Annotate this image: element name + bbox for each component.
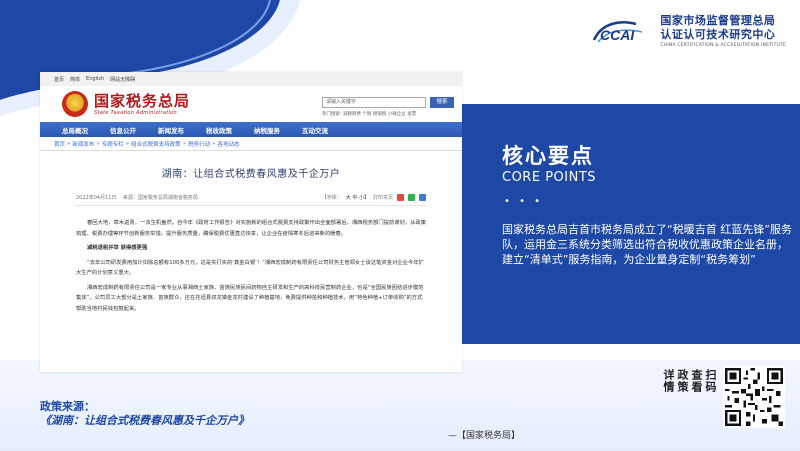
topbar-accessibility[interactable]: 网站无障碍 xyxy=(110,76,135,83)
print-link[interactable]: 打印本页 xyxy=(373,194,393,201)
nav-item-policy[interactable]: 税收政策 xyxy=(206,125,254,135)
breadcrumb-item[interactable]: 税务行动 xyxy=(188,140,210,148)
nav-item-info[interactable]: 信息公开 xyxy=(110,125,158,135)
breadcrumb-item[interactable]: 组合式税费支持政策 xyxy=(131,140,181,148)
wechat-share-icon[interactable] xyxy=(408,194,415,201)
article-source: 来源：国家税务总局湖南省税务局 xyxy=(122,195,198,201)
site-title-en: State Taxation Administration xyxy=(94,110,177,116)
breadcrumb-item[interactable]: 新闻发布 xyxy=(72,140,94,148)
policy-source-title: 《湖南：让组合式税费春风惠及千企万户》 xyxy=(40,414,249,427)
nav-item-news[interactable]: 新闻发布 xyxy=(158,125,206,135)
org-name-line2: 认证认可技术研究中心 xyxy=(660,28,776,41)
search-button[interactable]: 搜索 xyxy=(430,97,454,108)
dots-divider: • • • xyxy=(504,196,544,207)
scan-prompt: 扫码 查看 政策 详情 xyxy=(662,369,717,393)
article-paragraph: 湘西宏成制药有限责任公司是一家专业从事湘西土家族、苗族民族民间药物自主研发和生产… xyxy=(76,284,424,312)
article-body: 春回大地，草木返青，一派生机盎然。自今年《政府工作报告》对实施新的组合式税费支持… xyxy=(76,218,426,314)
hot-search-words[interactable]: 热门搜索: 减税降费 个税 增值税 小微企业 发票 xyxy=(322,111,416,117)
core-points-panel: 核心要点 CORE POINTS • • • 国家税务总局吉首市税务局成立了“税… xyxy=(462,104,800,344)
source-note: —【国家税务局】 xyxy=(448,431,521,441)
scan-prompt-col: 查看 xyxy=(690,369,703,393)
site-nav: 总局概况 信息公开 新闻发布 税收政策 纳税服务 互动交流 xyxy=(40,122,462,137)
article-meta: 2022年04月11日 来源：国家税务总局湖南省税务局 【字体： 大 中 小】 打… xyxy=(76,194,426,206)
tax-website-screenshot: 首页 简体 English 网站无障碍 ★ 国家税务总局 State Taxat… xyxy=(40,72,462,372)
qq-share-icon[interactable] xyxy=(419,194,426,201)
scan-prompt-col: 扫码 xyxy=(704,369,717,393)
article-title: 湖南：让组合式税费春风惠及千企万户 xyxy=(161,169,341,180)
font-size-control[interactable]: 大 中 小】 xyxy=(346,194,369,201)
core-points-text: 国家税务总局吉首市税务局成立了“税暖吉首 红蓝先锋”服务队，运用金三系统分类筛选… xyxy=(502,223,792,266)
scan-prompt-col: 政策 xyxy=(676,369,689,393)
site-topbar: 首页 简体 English 网站无障碍 xyxy=(40,72,462,86)
nav-item-interaction[interactable]: 互动交流 xyxy=(302,125,350,135)
org-name-line1: 国家市场监督管理总局 xyxy=(660,14,776,27)
org-name-en: CHINA CERTIFICATION & ACCREDITATION INST… xyxy=(660,43,786,48)
org-logo: CCAI 国家市场监督管理总局 认证认可技术研究中心 CHINA CERTIFI… xyxy=(592,14,786,48)
qr-code-icon[interactable] xyxy=(723,366,785,428)
breadcrumb-item[interactable]: 各地动态 xyxy=(217,140,239,148)
nav-item-overview[interactable]: 总局概况 xyxy=(62,125,110,135)
core-points-title: 核心要点 xyxy=(502,144,594,168)
topbar-home[interactable]: 首页 xyxy=(54,76,64,83)
breadcrumb-item[interactable]: 首页 xyxy=(54,140,65,148)
national-emblem-icon: ★ xyxy=(62,91,88,117)
site-header: ★ 国家税务总局 State Taxation Administration 请… xyxy=(40,86,462,122)
ccai-logo-icon: CCAI xyxy=(593,21,643,43)
search-input[interactable]: 请输入关键字 xyxy=(322,97,426,108)
breadcrumb: 首页» 新闻发布» 专题专栏» 组合式税费支持政策» 税务行动» 各地动态 xyxy=(40,137,462,151)
article-subheading: 减税退税并举 获得感更强 xyxy=(87,245,148,251)
breadcrumb-item[interactable]: 专题专栏 xyxy=(102,140,124,148)
article-date: 2022年04月11日 xyxy=(76,195,117,201)
topbar-english[interactable]: English xyxy=(86,76,104,82)
site-title[interactable]: 国家税务总局 xyxy=(94,92,190,110)
weibo-share-icon[interactable] xyxy=(397,194,404,201)
article-paragraph: 春回大地，草木返青，一派生机盎然。自今年《政府工作报告》对实施新的组合式税费支持… xyxy=(76,220,427,237)
nav-item-service[interactable]: 纳税服务 xyxy=(254,125,302,135)
logo-mark-text: CCAI xyxy=(600,27,635,43)
topbar-simplified[interactable]: 简体 xyxy=(70,76,80,83)
article-paragraph: “去年公司研发费用加计扣除总额有100多万元，这是实打实的‘真金白银’！”湘西宏… xyxy=(76,259,424,277)
core-points-subtitle: CORE POINTS xyxy=(502,170,597,185)
scan-prompt-col: 详情 xyxy=(662,369,675,393)
font-size-label: 【字体： xyxy=(321,195,342,201)
